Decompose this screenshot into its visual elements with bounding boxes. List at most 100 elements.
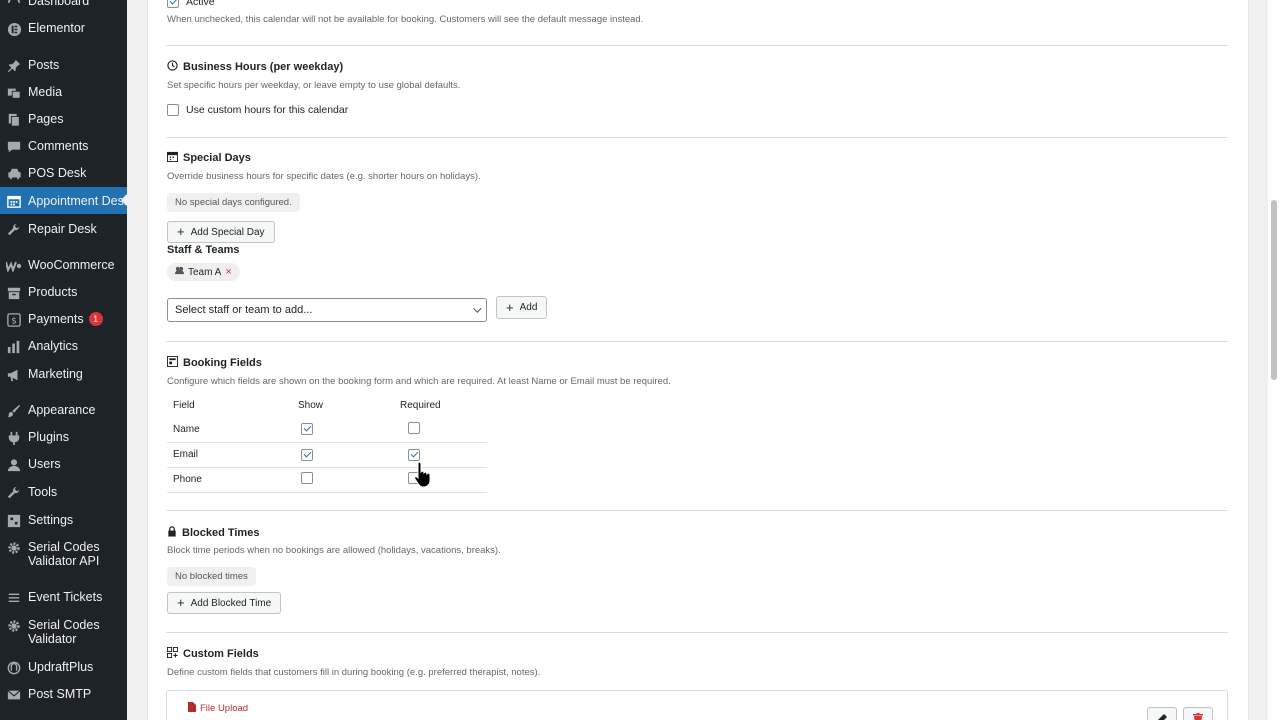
- pencil-icon: [1157, 712, 1167, 720]
- column-header-show: Show: [298, 399, 324, 411]
- pages-icon: [6, 112, 22, 128]
- delete-field-button[interactable]: [1183, 707, 1213, 720]
- section-divider: [166, 341, 1228, 342]
- media-icon: [6, 85, 22, 101]
- clock-icon: [167, 60, 178, 74]
- sidebar-item-event-tickets[interactable]: Event Tickets: [0, 590, 127, 608]
- business-hours-description: Set specific hours per weekday, or leave…: [167, 80, 461, 91]
- archive-icon: [6, 285, 22, 301]
- sidebar-item-appearance[interactable]: Appearance: [0, 403, 127, 421]
- sidebar-item-appointment-desk[interactable]: Appointment Desk: [0, 187, 127, 214]
- show-name-checkbox[interactable]: [301, 423, 313, 436]
- scrollbar-thumb[interactable]: [1271, 200, 1277, 380]
- add-special-day-button[interactable]: + Add Special Day: [167, 221, 275, 243]
- sidebar-item-settings[interactable]: Settings: [0, 513, 127, 531]
- special-days-description: Override business hours for specific dat…: [167, 171, 481, 182]
- settings-icon: [6, 513, 22, 529]
- sidebar-item-tools[interactable]: Tools: [0, 485, 127, 503]
- calendar-icon: [6, 193, 22, 209]
- blocked-times-empty-state: No blocked times: [167, 567, 256, 586]
- sidebar-item-updraftplus[interactable]: UpdraftPlus: [0, 660, 127, 678]
- dashboard-icon: [6, 0, 22, 10]
- sidebar-item-pages[interactable]: Pages: [0, 112, 127, 130]
- sidebar-item-elementor[interactable]: Elementor: [0, 21, 127, 39]
- booking-fields-table: Field Show Required Name Email Phone: [167, 393, 487, 493]
- field-type-tag: File Upload: [188, 702, 248, 715]
- notification-badge: 1: [88, 312, 103, 326]
- add-staff-button[interactable]: + Add: [496, 296, 548, 319]
- sidebar-item-comments[interactable]: Comments: [0, 139, 127, 157]
- grid-plus-icon: [167, 647, 178, 661]
- plus-icon: +: [506, 299, 514, 315]
- edit-field-button[interactable]: [1147, 707, 1177, 720]
- custom-fields-title: Custom Fields: [167, 647, 259, 661]
- custom-hours-checkbox[interactable]: [167, 104, 179, 116]
- trash-icon: [1193, 712, 1203, 720]
- sidebar-item-posts[interactable]: Posts: [0, 58, 127, 76]
- show-email-checkbox[interactable]: [301, 448, 313, 461]
- file-icon: [188, 702, 196, 715]
- remove-chip-icon[interactable]: ×: [225, 266, 231, 278]
- add-blocked-time-button[interactable]: + Add Blocked Time: [167, 592, 282, 614]
- dollar-icon: $: [6, 312, 22, 328]
- sidebar-item-serial-codes-validator-api[interactable]: Serial Codes Validator API: [0, 540, 127, 570]
- booking-fields-title: Booking Fields: [167, 356, 262, 370]
- active-description: When unchecked, this calendar will not b…: [167, 14, 644, 25]
- sidebar-item-payments[interactable]: $ Payments 1: [0, 312, 127, 330]
- sidebar-item-pos-desk[interactable]: POS Desk: [0, 166, 127, 184]
- field-name-cell: Phone: [167, 467, 292, 493]
- active-row: Active: [167, 0, 215, 8]
- paintbrush-icon: [6, 403, 22, 419]
- megaphone-icon: [6, 367, 22, 383]
- active-checkbox[interactable]: [167, 0, 179, 8]
- sidebar-item-repair-desk[interactable]: Repair Desk: [0, 222, 127, 240]
- svg-text:$: $: [11, 317, 17, 327]
- sidebar-item-serial-codes-validator[interactable]: Serial Codes Validator: [0, 618, 127, 648]
- sidebar-item-woocommerce[interactable]: WooCommerce: [0, 258, 127, 276]
- custom-field-card: File Upload: [166, 690, 1228, 720]
- form-icon: [167, 356, 178, 370]
- sidebar-item-post-smtp[interactable]: Post SMTP: [0, 687, 127, 705]
- chevron-down-icon: [473, 304, 482, 313]
- bar-chart-icon: [6, 339, 22, 355]
- column-header-required: Required: [400, 399, 441, 411]
- section-divider: [166, 137, 1228, 138]
- lock-icon: [167, 526, 177, 540]
- staff-teams-title: Staff & Teams: [167, 244, 240, 256]
- field-name-cell: Name: [167, 417, 292, 443]
- staff-select[interactable]: Select staff or team to add...: [167, 298, 487, 322]
- sidebar-item-analytics[interactable]: Analytics: [0, 339, 127, 357]
- table-row: Email: [167, 442, 487, 468]
- plus-icon: +: [177, 595, 185, 610]
- field-name-cell: Email: [167, 442, 292, 468]
- sidebar-item-marketing[interactable]: Marketing: [0, 367, 127, 385]
- plus-icon: +: [177, 224, 185, 239]
- sidebar-item-media[interactable]: Media: [0, 85, 127, 103]
- car-icon: [6, 166, 22, 182]
- updraft-icon: [6, 660, 22, 676]
- plugin-icon: [6, 430, 22, 446]
- table-header-row: Field Show Required: [167, 393, 487, 417]
- sidebar-item-products[interactable]: Products: [0, 285, 127, 303]
- wrench-icon: [6, 222, 22, 238]
- custom-fields-description: Define custom fields that customers fill…: [167, 667, 541, 678]
- special-days-title: Special Days: [167, 151, 251, 165]
- required-email-checkbox[interactable]: [408, 448, 420, 461]
- sidebar-item-dashboard[interactable]: Dashboard: [0, 0, 127, 10]
- sidebar-item-users[interactable]: Users: [0, 457, 127, 475]
- required-name-checkbox[interactable]: [408, 421, 420, 434]
- comment-icon: [6, 139, 22, 155]
- staff-chip: Team A ×: [167, 263, 240, 281]
- section-divider: [166, 510, 1228, 511]
- sidebar-item-plugins[interactable]: Plugins: [0, 430, 127, 448]
- gear-icon: [6, 540, 22, 556]
- list-icon: [6, 590, 22, 606]
- mouse-cursor: [414, 460, 432, 491]
- show-phone-checkbox[interactable]: [301, 472, 313, 484]
- gear-icon: [6, 618, 22, 634]
- team-icon: [175, 266, 184, 278]
- admin-sidebar: Dashboard Elementor Posts Media Pages Co…: [0, 0, 127, 720]
- blocked-times-title: Blocked Times: [167, 526, 259, 540]
- calendar-settings-panel: Active When unchecked, this calendar wil…: [147, 0, 1249, 720]
- vertical-scrollbar[interactable]: [1268, 0, 1280, 720]
